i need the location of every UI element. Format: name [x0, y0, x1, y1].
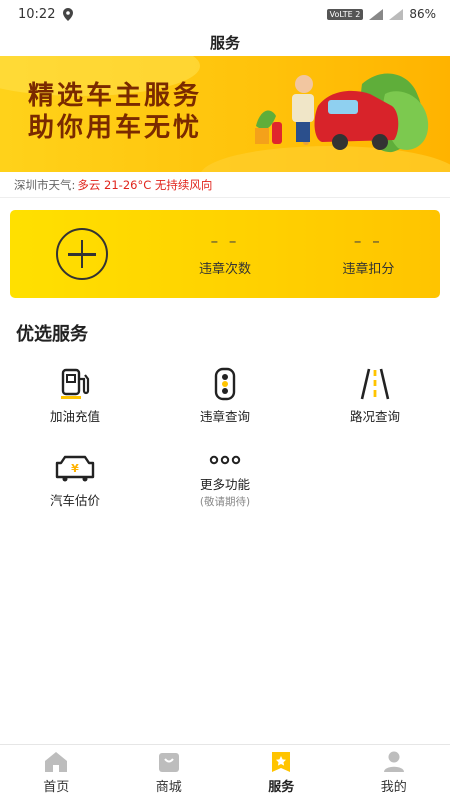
- user-icon: [383, 751, 404, 772]
- service-sub-label: (敬请期待): [199, 496, 251, 508]
- tab-mine[interactable]: 我的: [338, 745, 450, 800]
- service-road-condition[interactable]: 路况查询: [300, 366, 450, 428]
- service-violation-query[interactable]: 违章查询: [150, 366, 300, 428]
- service-more[interactable]: 更多功能 (敬请期待): [150, 450, 300, 512]
- bottom-tab-bar: 首页 商城 服务 我的: [0, 744, 450, 800]
- weather-bar: 深圳市天气: 多云 21-26°C 无持续风向: [0, 172, 450, 198]
- home-icon: [45, 752, 68, 772]
- weather-forecast: 多云 21-26°C 无持续风向: [77, 177, 213, 192]
- violation-count-label: 违章次数: [198, 261, 251, 277]
- service-label: 违章查询: [199, 409, 250, 424]
- violation-points[interactable]: – – 违章扣分: [297, 232, 440, 277]
- service-label: 加油充值: [49, 409, 100, 424]
- page-header: 服务: [0, 28, 450, 56]
- plus-icon: [55, 228, 108, 280]
- fuel-pump-icon: [61, 368, 90, 399]
- traffic-light-icon: [214, 367, 236, 401]
- tab-label: 商城: [155, 780, 182, 795]
- signal-icon-2: [389, 8, 404, 20]
- banner-text: 精选车主服务 助你用车无忧: [28, 80, 202, 144]
- svg-text:¥: ¥: [71, 462, 79, 475]
- weather-city: 深圳市天气:: [14, 177, 76, 192]
- banner-line-2: 助你用车无忧: [28, 113, 203, 143]
- banner-line-1: 精选车主服务: [28, 81, 203, 111]
- tab-label: 我的: [380, 780, 407, 795]
- tab-label: 服务: [268, 780, 295, 795]
- section-title: 优选服务: [16, 324, 88, 345]
- tab-service[interactable]: 服务: [225, 745, 338, 800]
- violation-count-value: – –: [210, 231, 240, 250]
- status-bar: 10:22 VoLTE 2 86%: [0, 0, 450, 28]
- violation-points-label: 违章扣分: [342, 261, 395, 277]
- status-time: 10:22: [18, 6, 56, 22]
- service-grid: 加油充值 违章查询 路况查询 ¥ 汽车估价 更多功能 (敬请期待): [0, 366, 450, 512]
- service-car-valuation[interactable]: ¥ 汽车估价: [0, 450, 150, 512]
- tab-shop[interactable]: 商城: [113, 745, 226, 800]
- battery-level: 86%: [409, 7, 436, 21]
- violation-card: – – 违章次数 – – 违章扣分: [10, 210, 440, 298]
- violation-count[interactable]: – – 违章次数: [153, 232, 296, 277]
- add-car-button[interactable]: [10, 228, 153, 280]
- shop-icon: [158, 753, 179, 772]
- promo-banner[interactable]: 精选车主服务 助你用车无忧: [0, 56, 450, 172]
- volte-badge: VoLTE 2: [326, 8, 364, 20]
- service-fuel-recharge[interactable]: 加油充值: [0, 366, 150, 428]
- page-title: 服务: [209, 33, 240, 52]
- violation-points-value: – –: [353, 231, 383, 250]
- car-price-icon: ¥: [55, 455, 95, 482]
- service-label: 更多功能: [199, 477, 250, 492]
- tab-label: 首页: [43, 780, 70, 795]
- service-label: 路况查询: [349, 409, 400, 424]
- road-icon: [360, 368, 390, 400]
- tab-home[interactable]: 首页: [0, 745, 113, 800]
- service-icon: [272, 752, 291, 772]
- location-icon: [63, 7, 74, 21]
- more-dots-icon: [209, 455, 241, 465]
- service-label: 汽车估价: [49, 493, 100, 508]
- signal-icon: [369, 8, 384, 20]
